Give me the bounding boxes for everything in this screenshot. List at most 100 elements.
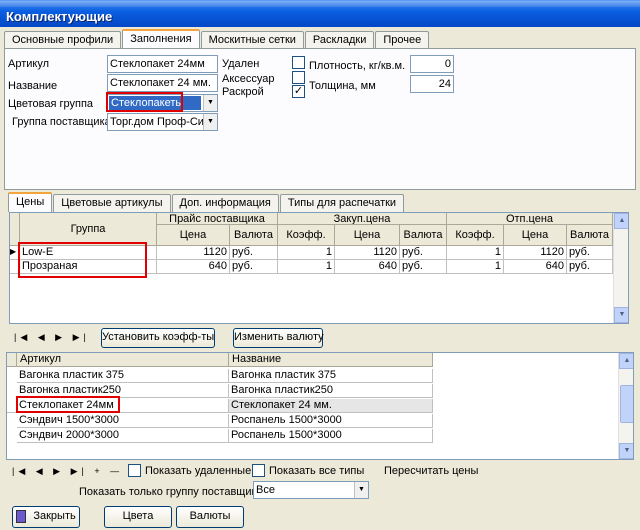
title-bar[interactable]: Комплектующие <box>0 0 640 27</box>
table-cell[interactable]: руб. <box>567 260 613 274</box>
header-coeff-1[interactable]: Коэфф. <box>278 225 335 246</box>
items-grid-scrollbar[interactable]: ▲ ▼ <box>618 353 633 459</box>
tab-other[interactable]: Прочее <box>375 31 430 49</box>
tab-layouts[interactable]: Раскладки <box>304 31 375 49</box>
cutting-label: Раскрой <box>222 86 264 98</box>
article-input[interactable]: Стеклопакет 24мм <box>107 55 218 73</box>
tab-color-articles[interactable]: Цветовые артикулы <box>53 194 171 212</box>
show-all-types-checkbox[interactable] <box>252 464 265 477</box>
list-item[interactable]: Сэндвич 1500*3000 <box>17 414 229 428</box>
list-item[interactable]: Вагонка пластик250 <box>229 384 433 398</box>
table-cell[interactable]: 1120 <box>504 246 567 260</box>
tab-extra-info[interactable]: Доп. информация <box>171 194 279 212</box>
thickness-label: Толщина, мм <box>309 80 376 92</box>
scroll-up-icon[interactable]: ▲ <box>614 213 628 229</box>
table-cell[interactable]: 640 <box>335 260 400 274</box>
show-all-types-label: Показать все типы <box>269 465 365 477</box>
density-input[interactable]: 0 <box>410 55 454 73</box>
set-coeff-button[interactable]: Установить коэфф-ты <box>101 328 215 348</box>
supplier-group-label: Группа поставщика <box>12 116 111 128</box>
header-currency-2[interactable]: Валюта <box>400 225 447 246</box>
header-price-3[interactable]: Цена <box>504 225 567 246</box>
show-deleted-label: Показать удаленные <box>145 465 252 477</box>
scroll-down-icon[interactable]: ▼ <box>619 443 633 459</box>
price-navigator[interactable]: |◀ ◀ ▶ ▶| <box>14 332 90 343</box>
tab-mosquito-nets[interactable]: Москитные сетки <box>200 31 304 49</box>
colors-button[interactable]: Цвета <box>104 506 172 528</box>
supplier-filter-label: Показать только группу поставщика <box>79 486 263 498</box>
window-title: Комплектующие <box>6 9 113 24</box>
close-button-label: Закрыть <box>33 510 76 522</box>
table-cell[interactable]: руб. <box>230 260 278 274</box>
cutting-checkbox[interactable]: ✓ <box>292 85 305 98</box>
close-button[interactable]: Закрыть <box>12 506 80 528</box>
header-currency-3[interactable]: Валюта <box>567 225 613 246</box>
header-name[interactable]: Название <box>229 353 433 367</box>
color-group-label: Цветовая группа <box>8 98 94 110</box>
highlight-box <box>106 92 183 112</box>
chevron-down-icon[interactable]: ▼ <box>203 114 217 130</box>
tab-print-types[interactable]: Типы для распечатки <box>279 194 405 212</box>
table-cell[interactable]: 1 <box>447 260 504 274</box>
header-price-1[interactable]: Цена <box>157 225 230 246</box>
deleted-label: Удален <box>222 58 260 70</box>
show-deleted-checkbox[interactable] <box>128 464 141 477</box>
scroll-down-icon[interactable]: ▼ <box>614 307 628 323</box>
list-item[interactable]: Сэндвич 2000*3000 <box>17 429 229 443</box>
grid-corner <box>7 353 17 367</box>
header-price-list: Прайс поставщика <box>157 213 278 225</box>
name-label: Название <box>8 80 58 92</box>
chevron-down-icon[interactable]: ▼ <box>354 482 368 498</box>
supplier-filter-select[interactable]: Все ▼ <box>253 481 369 499</box>
header-coeff-2[interactable]: Коэфф. <box>447 225 504 246</box>
list-item[interactable]: Вагонка пластик 375 <box>17 369 229 383</box>
list-item[interactable]: Стеклопакет 24 мм. <box>229 399 433 413</box>
header-sale: Отп.цена <box>447 213 613 225</box>
list-item[interactable]: Роспанель 1500*3000 <box>229 429 433 443</box>
highlight-box <box>16 396 120 413</box>
price-grid-scrollbar[interactable]: ▲ ▼ <box>613 213 628 323</box>
table-cell[interactable]: руб. <box>230 246 278 260</box>
accessory-checkbox[interactable] <box>292 71 305 84</box>
main-tabs: Основные профили Заполнения Москитные се… <box>4 29 430 49</box>
supplier-group-value: Торг.дом Проф-Сити <box>110 116 203 128</box>
table-cell[interactable]: 1120 <box>157 246 230 260</box>
table-cell[interactable]: 1 <box>447 246 504 260</box>
sub-tabs: Цены Цветовые артикулы Доп. информация Т… <box>8 192 405 212</box>
exit-icon <box>16 509 27 523</box>
table-cell[interactable]: 640 <box>157 260 230 274</box>
header-currency-1[interactable]: Валюта <box>230 225 278 246</box>
header-article[interactable]: Артикул <box>17 353 229 367</box>
currencies-button[interactable]: Валюты <box>176 506 244 528</box>
deleted-checkbox[interactable] <box>292 56 305 69</box>
name-input[interactable]: Стеклопакет 24 мм. <box>107 74 218 92</box>
supplier-group-select[interactable]: Торг.дом Проф-Сити ▼ <box>107 113 218 131</box>
list-item[interactable]: Роспанель 1500*3000 <box>229 414 433 428</box>
items-navigator[interactable]: |◀ ◀ ▶ ▶| + — <box>12 466 123 477</box>
recalc-prices-link[interactable]: Пересчитать цены <box>384 465 478 477</box>
density-label: Плотность, кг/кв.м. <box>309 60 406 72</box>
table-cell[interactable]: руб. <box>567 246 613 260</box>
chevron-down-icon[interactable]: ▼ <box>203 95 217 111</box>
highlight-box <box>18 242 147 278</box>
header-purchase: Закуп.цена <box>278 213 447 225</box>
table-cell[interactable]: руб. <box>400 246 447 260</box>
tab-fillings[interactable]: Заполнения <box>122 29 200 49</box>
change-currency-button[interactable]: Изменить валюту <box>233 328 324 348</box>
tab-prices[interactable]: Цены <box>8 192 53 212</box>
list-item[interactable]: Вагонка пластик 375 <box>229 369 433 383</box>
table-cell[interactable]: 640 <box>504 260 567 274</box>
supplier-filter-value: Все <box>256 484 275 496</box>
scroll-thumb[interactable] <box>620 385 633 423</box>
tab-main-profiles[interactable]: Основные профили <box>4 31 122 49</box>
table-cell[interactable]: 1 <box>278 260 335 274</box>
header-price-2[interactable]: Цена <box>335 225 400 246</box>
accessory-label: Аксессуар <box>222 73 275 85</box>
article-label: Артикул <box>8 58 50 70</box>
table-cell[interactable]: руб. <box>400 260 447 274</box>
scroll-up-icon[interactable]: ▲ <box>619 353 633 369</box>
title-bar-top <box>0 1 640 7</box>
table-cell[interactable]: 1 <box>278 246 335 260</box>
thickness-input[interactable]: 24 <box>410 75 454 93</box>
table-cell[interactable]: 1120 <box>335 246 400 260</box>
